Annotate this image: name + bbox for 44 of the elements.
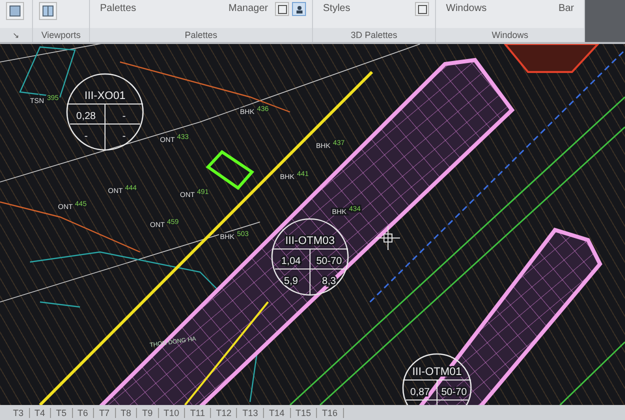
layout-tab[interactable]: T5 [51, 408, 73, 418]
zone-circle-drawing [402, 353, 472, 405]
layout-tab[interactable]: T16 [317, 408, 344, 418]
tiled-viewports-icon[interactable] [39, 2, 57, 20]
panel-title: Palettes [184, 30, 218, 40]
zone-value: 1,04 [281, 256, 301, 267]
zone-value: - [84, 131, 88, 142]
layout-tab[interactable]: T7 [94, 408, 116, 418]
zone-value: 5,9 [284, 276, 298, 287]
properties-icon[interactable] [275, 2, 289, 16]
crosshair-cursor-icon [376, 226, 400, 250]
expand-arrow-icon[interactable]: ↘ [12, 30, 20, 40]
zone-code: III-OTM03 [285, 235, 335, 247]
manager-button[interactable]: Manager [224, 0, 272, 16]
layout-tab[interactable]: T13 [237, 408, 264, 418]
zone-value: 50-70 [316, 256, 342, 267]
ribbon-overflow-area [585, 0, 625, 42]
layout-tab[interactable]: T3 [8, 408, 30, 418]
layout-tab[interactable]: T11 [185, 408, 211, 418]
zone-value: - [122, 111, 126, 122]
layout-tab[interactable]: T4 [30, 408, 52, 418]
zone-code: III-XO01 [84, 90, 126, 102]
layout-tab[interactable]: T12 [210, 408, 238, 418]
palettes-button[interactable]: Palettes [96, 0, 140, 16]
windows-button[interactable]: Windows [442, 0, 491, 16]
zone-value: 50-70 [441, 387, 467, 398]
zone-value: 0,87 [410, 387, 430, 398]
user-icon[interactable] [292, 2, 306, 16]
zone-value: 0,28 [76, 111, 96, 122]
panel-title: Windows [492, 30, 528, 40]
panel-title: Viewports [41, 30, 81, 40]
highlighted-parcel [206, 150, 254, 190]
layout-tab[interactable]: T15 [290, 408, 318, 418]
bar-button[interactable]: Bar [554, 0, 578, 16]
viewports-icon[interactable] [6, 2, 24, 20]
panel-title: 3D Palettes [350, 30, 398, 40]
layout-tab[interactable]: T10 [158, 408, 186, 418]
palette-icon[interactable] [415, 2, 429, 16]
styles-button[interactable]: Styles [319, 0, 354, 16]
layout-tab[interactable]: T14 [264, 408, 291, 418]
layout-tab[interactable]: T6 [72, 408, 94, 418]
zone-value: - [122, 131, 126, 142]
layout-tab[interactable]: T9 [137, 408, 159, 418]
layout-tab[interactable]: T8 [116, 408, 138, 418]
